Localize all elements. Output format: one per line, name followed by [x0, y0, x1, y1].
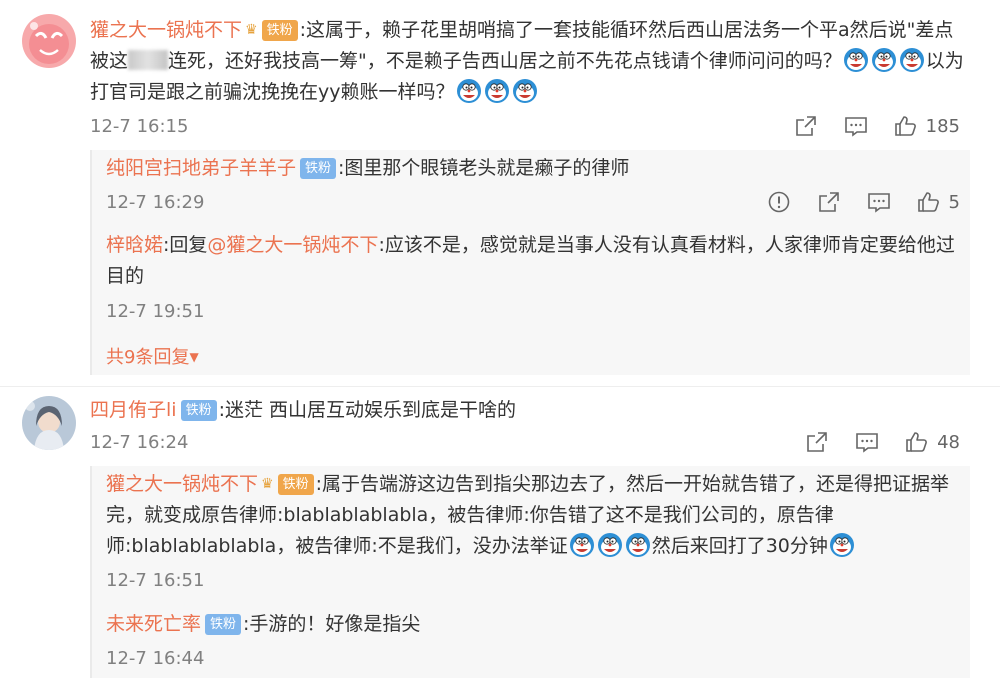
reply-time: 12-7 16:51	[106, 570, 205, 591]
fan-badge[interactable]: 铁粉	[300, 158, 337, 179]
more-replies-label: 共9条回复	[106, 347, 190, 368]
like-count: 185	[925, 115, 960, 137]
comment-text: 獾之大一锅炖不下 ♛ 铁粉:这属于，赖子花里胡哨搞了一套技能循环然后西山居法务一个平…	[90, 15, 953, 46]
comment-actions: 185	[768, 114, 960, 138]
comment-icon[interactable]	[844, 114, 868, 138]
caret-down-icon: ▼	[189, 350, 199, 364]
username[interactable]: 纯阳宫扫地弟子羊羊子	[106, 157, 296, 179]
like-icon[interactable]	[917, 190, 941, 214]
reply-time: 12-7 16:29	[106, 192, 205, 213]
doraemon-emoji-icon	[625, 532, 651, 558]
fan-badge[interactable]: 铁粉	[261, 20, 298, 41]
comment-text: 四月侑子li 铁粉:迷茫 西山居互动娱乐到底是干啥的	[90, 395, 516, 426]
comment-text: 打官司是跟之前骗沈挽挽在yy赖账一样吗？	[90, 77, 539, 108]
comment-text-segment: :迷茫 西山居互动娱乐到底是干啥的	[218, 399, 517, 421]
reply-text: 未来死亡率 铁粉:手游的！好像是指尖	[106, 609, 420, 640]
reply-time: 12-7 16:44	[106, 648, 205, 669]
comment-item: 獾之大一锅炖不下 ♛ 铁粉:这属于，赖子花里胡哨搞了一套技能循环然后西山居法务一个平…	[0, 0, 1000, 150]
reply-text-segment: :应该不是，感觉就是当事人没有认真看材料，人家律师肯定要给他过	[378, 234, 955, 256]
comment-text-segment: 被这	[90, 50, 129, 72]
share-icon[interactable]	[817, 190, 841, 214]
reply-text: 梓晗婼:回复@獾之大一锅炖不下:应该不是，感觉就是当事人没有认真看材料，人家律师…	[106, 230, 955, 261]
comment-icon[interactable]	[867, 190, 891, 214]
reply-text-segment: 完，就变成原告律师:blablablablabla，被告律师:你告错了这不是我们…	[106, 504, 834, 526]
reply-text: 纯阳宫扫地弟子羊羊子 铁粉:图里那个眼镜老头就是癞子的律师	[106, 153, 629, 184]
like-count: 5	[948, 191, 960, 213]
reply-actions: 5	[741, 190, 960, 214]
comment-text-segment: 连死，还好我技高一筹"，不是赖子告西山居之前不先花点钱请个律师问问的吗？	[168, 50, 842, 72]
comment-actions: 48	[779, 430, 960, 454]
reply-panel: 獾之大一锅炖不下 ♛ 铁粉:属于告端游这边告到指尖那边去了，然后一开始就告错了，还是…	[90, 466, 970, 678]
censored-mark	[128, 50, 169, 70]
username[interactable]: 獾之大一锅炖不下	[106, 473, 258, 495]
reply-text: 目的	[106, 261, 144, 292]
doraemon-emoji-icon	[871, 47, 897, 73]
reply-text: 师:blablablablabla，被告律师:不是我们，没办法举证 然后来回打了3…	[106, 531, 856, 562]
reply-text-segment: 然后来回打了30分钟	[651, 535, 828, 557]
vip-crown-icon: ♛	[245, 22, 258, 38]
fan-badge[interactable]: 铁粉	[277, 474, 314, 495]
reply-time: 12-7 19:51	[106, 301, 205, 322]
reply-text-segment: :属于告端游这边告到指尖那边去了，然后一开始就告错了，还是得把证据举	[315, 473, 949, 495]
comment-time: 12-7 16:24	[90, 432, 189, 453]
avatar[interactable]	[22, 14, 76, 68]
doraemon-emoji-icon	[456, 78, 482, 104]
doraemon-emoji-icon	[829, 532, 855, 558]
doraemon-emoji-icon	[484, 78, 510, 104]
comment-icon[interactable]	[855, 430, 879, 454]
doraemon-emoji-icon	[569, 532, 595, 558]
username[interactable]: 四月侑子li	[90, 399, 177, 421]
username[interactable]: 未来死亡率	[106, 613, 201, 635]
mention-link[interactable]: @獾之大一锅炖不下	[207, 234, 378, 256]
reply-text-segment: 目的	[106, 265, 145, 287]
reply-panel: 纯阳宫扫地弟子羊羊子 铁粉:图里那个眼镜老头就是癞子的律师 12-7 16:29 …	[90, 150, 970, 375]
reply-text: 完，就变成原告律师:blablablablabla，被告律师:你告错了这不是我们…	[106, 500, 834, 531]
fan-badge[interactable]: 铁粉	[180, 400, 217, 421]
reply-text-segment: 师:blablablablabla，被告律师:不是我们，没办法举证	[106, 535, 568, 557]
doraemon-emoji-icon	[597, 532, 623, 558]
like-count: 48	[937, 431, 960, 453]
username[interactable]: 梓晗婼	[106, 234, 163, 256]
reply-prefix: :回复	[163, 234, 208, 256]
fan-badge[interactable]: 铁粉	[205, 614, 242, 635]
report-icon[interactable]	[767, 190, 791, 214]
comment-text-segment: 以为	[925, 50, 964, 72]
share-icon[interactable]	[805, 430, 829, 454]
doraemon-emoji-icon	[512, 78, 538, 104]
like-icon[interactable]	[894, 114, 918, 138]
username[interactable]: 獾之大一锅炖不下	[90, 19, 242, 41]
share-icon[interactable]	[794, 114, 818, 138]
comment-text: 被这 连死，还好我技高一筹"，不是赖子告西山居之前不先花点钱请个律师问问的吗？ 以为	[90, 46, 964, 77]
reply-text-segment: :图里那个眼镜老头就是癞子的律师	[338, 157, 630, 179]
reply-text: 獾之大一锅炖不下 ♛ 铁粉:属于告端游这边告到指尖那边去了，然后一开始就告错了，还是…	[106, 469, 949, 500]
comment-item: 四月侑子li 铁粉:迷茫 西山居互动娱乐到底是干啥的 12-7 16:24 48	[0, 386, 1000, 466]
comment-time: 12-7 16:15	[90, 116, 189, 137]
comment-text-line1: :这属于，赖子花里胡哨搞了一套技能循环然后西山居法务一个平a然后说"差点	[299, 19, 954, 41]
doraemon-emoji-icon	[843, 47, 869, 73]
vip-crown-icon: ♛	[261, 476, 274, 492]
comment-text-segment: 打官司是跟之前骗沈挽挽在yy赖账一样吗？	[90, 81, 455, 103]
avatar[interactable]	[22, 396, 76, 450]
doraemon-emoji-icon	[899, 47, 925, 73]
reply-text-segment: :手游的！好像是指尖	[243, 613, 421, 635]
more-replies-link[interactable]: 共9条回复▼	[106, 343, 199, 369]
like-icon[interactable]	[905, 430, 929, 454]
